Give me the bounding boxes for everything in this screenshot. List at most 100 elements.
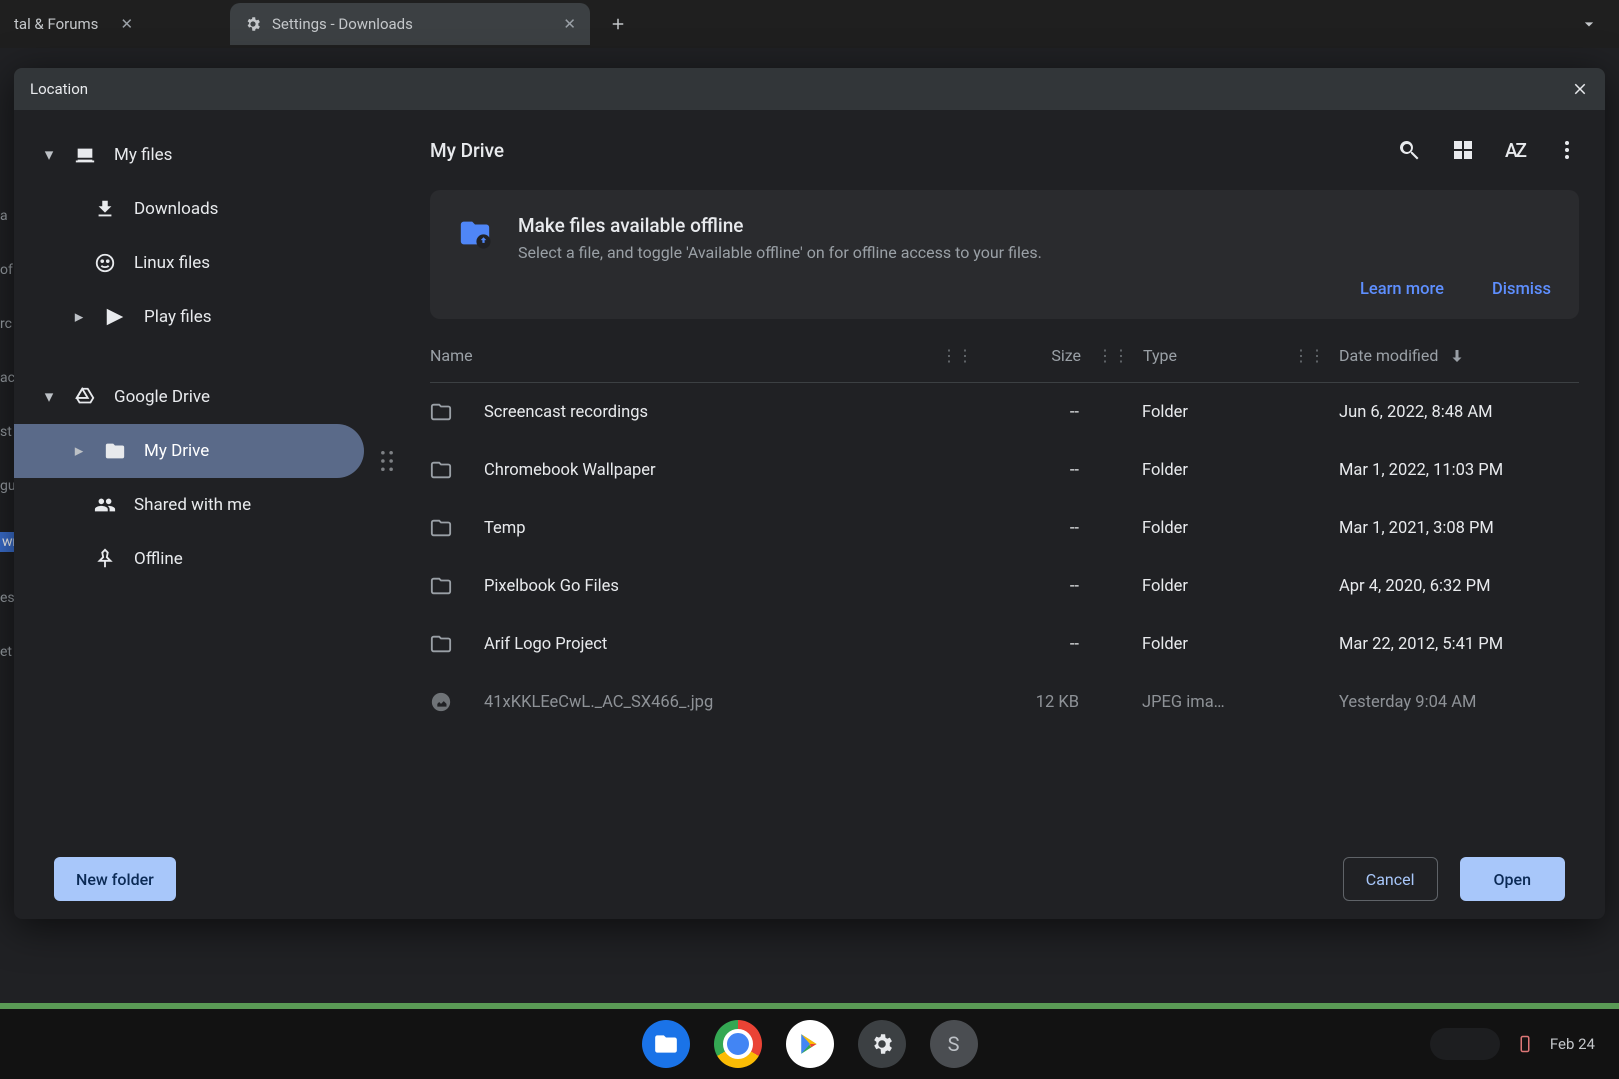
- close-icon[interactable]: ✕: [120, 15, 133, 33]
- linux-icon: [92, 252, 118, 274]
- column-size[interactable]: Size: [1051, 346, 1081, 365]
- table-header: Name ⋮⋮ Size ⋮⋮ Type ⋮⋮ Date modified: [430, 329, 1579, 383]
- sort-descending-icon[interactable]: [1448, 347, 1466, 365]
- file-size: --: [985, 403, 1095, 422]
- chrome-app-icon[interactable]: [714, 1020, 762, 1068]
- gear-icon: [244, 15, 262, 33]
- file-picker-dialog: Location ▾ My files Downloads Linux file…: [14, 68, 1605, 919]
- content-header: My Drive AZ: [430, 110, 1579, 190]
- app-letter: S: [948, 1032, 960, 1056]
- pin-icon: [92, 548, 118, 570]
- column-name[interactable]: Name: [430, 346, 473, 365]
- file-date: Mar 22, 2012, 5:41 PM: [1339, 635, 1579, 654]
- sidebar-item-label: Google Drive: [114, 387, 210, 407]
- close-icon[interactable]: ✕: [563, 15, 576, 33]
- column-resize-handle[interactable]: ⋮⋮: [1293, 346, 1325, 365]
- sidebar-item-google-drive[interactable]: ▾ Google Drive: [14, 370, 404, 424]
- chevron-down-icon: ▾: [42, 145, 56, 165]
- file-type: Folder: [1142, 403, 1292, 422]
- shelf-date: Feb 24: [1550, 1035, 1595, 1053]
- learn-more-link[interactable]: Learn more: [1360, 280, 1444, 299]
- open-button[interactable]: Open: [1460, 857, 1566, 901]
- app-letter-icon[interactable]: S: [930, 1020, 978, 1068]
- drag-handle-icon[interactable]: [380, 450, 394, 472]
- folder-icon: [430, 517, 474, 539]
- laptop-icon: [72, 144, 98, 166]
- file-type: Folder: [1142, 635, 1292, 654]
- column-resize-handle[interactable]: ⋮⋮: [941, 346, 973, 365]
- main-area: My Drive AZ Make files available offline…: [404, 110, 1605, 839]
- sidebar-item-my-drive[interactable]: ▸ My Drive: [14, 424, 364, 478]
- download-icon: [92, 198, 118, 220]
- cancel-button[interactable]: Cancel: [1343, 857, 1438, 901]
- more-menu-icon[interactable]: [1555, 138, 1579, 162]
- banner-title: Make files available offline: [518, 214, 1042, 237]
- column-type[interactable]: Type: [1143, 346, 1177, 365]
- tab-label: Settings - Downloads: [272, 15, 413, 33]
- file-name: 41xKKLEeCwL._AC_SX466_.jpg: [484, 693, 713, 712]
- sidebar-item-linux[interactable]: Linux files: [14, 236, 404, 290]
- tab-dropdown-button[interactable]: [1579, 14, 1599, 34]
- table-row[interactable]: Pixelbook Go Files⋮⋮--⋮⋮Folder⋮⋮Apr 4, 2…: [430, 557, 1579, 615]
- play-icon: [102, 306, 128, 328]
- shelf-status-area[interactable]: Feb 24: [1430, 1028, 1595, 1060]
- play-store-icon[interactable]: [786, 1020, 834, 1068]
- file-size: --: [985, 519, 1095, 538]
- dismiss-link[interactable]: Dismiss: [1492, 280, 1551, 299]
- file-date: Mar 1, 2022, 11:03 PM: [1339, 461, 1579, 480]
- table-row[interactable]: 41xKKLEeCwL._AC_SX466_.jpg⋮⋮12 KB⋮⋮JPEG …: [430, 673, 1579, 731]
- browser-tabstrip: tal & Forums ✕ Settings - Downloads ✕: [0, 0, 1619, 48]
- tab-label: tal & Forums: [14, 15, 98, 33]
- search-icon[interactable]: [1397, 138, 1421, 162]
- dialog-footer: New folder Cancel Open: [14, 839, 1605, 919]
- sidebar-item-label: Offline: [134, 549, 183, 569]
- file-size: --: [985, 635, 1095, 654]
- table-row[interactable]: Chromebook Wallpaper⋮⋮--⋮⋮Folder⋮⋮Mar 1,…: [430, 441, 1579, 499]
- page-title: My Drive: [430, 139, 504, 162]
- file-size: --: [985, 461, 1095, 480]
- table-row[interactable]: Arif Logo Project⋮⋮--⋮⋮Folder⋮⋮Mar 22, 2…: [430, 615, 1579, 673]
- sort-az-button[interactable]: AZ: [1505, 139, 1525, 162]
- file-name: Screencast recordings: [484, 403, 648, 422]
- sidebar-item-label: Play files: [144, 307, 212, 327]
- header-actions: AZ: [1397, 138, 1579, 162]
- sidebar-item-play-files[interactable]: ▸ Play files: [14, 290, 404, 344]
- file-name: Chromebook Wallpaper: [484, 461, 656, 480]
- new-folder-button[interactable]: New folder: [54, 857, 176, 901]
- phone-hub-icon[interactable]: [1516, 1031, 1534, 1057]
- table-row[interactable]: Temp⋮⋮--⋮⋮Folder⋮⋮Mar 1, 2021, 3:08 PM: [430, 499, 1579, 557]
- files-app-icon[interactable]: [642, 1020, 690, 1068]
- sidebar-item-label: Downloads: [134, 199, 218, 219]
- table-row[interactable]: Screencast recordings⋮⋮--⋮⋮Folder⋮⋮Jun 6…: [430, 383, 1579, 441]
- file-type: Folder: [1142, 519, 1292, 538]
- column-resize-handle[interactable]: ⋮⋮: [1097, 346, 1129, 365]
- sidebar-item-shared[interactable]: Shared with me: [14, 478, 404, 532]
- chevron-right-icon: ▸: [72, 307, 86, 327]
- new-tab-button[interactable]: [600, 6, 636, 42]
- browser-tab-inactive[interactable]: tal & Forums ✕: [0, 3, 230, 45]
- sidebar-item-label: Linux files: [134, 253, 210, 273]
- offline-banner: Make files available offline Select a fi…: [430, 190, 1579, 319]
- file-name: Temp: [484, 519, 526, 538]
- sidebar-item-my-files[interactable]: ▾ My files: [14, 128, 404, 182]
- folder-icon: [430, 459, 474, 481]
- file-size: --: [985, 577, 1095, 596]
- browser-tab-active[interactable]: Settings - Downloads ✕: [230, 3, 590, 45]
- file-type: Folder: [1142, 577, 1292, 596]
- grid-view-icon[interactable]: [1451, 138, 1475, 162]
- column-date[interactable]: Date modified: [1339, 346, 1438, 365]
- sidebar-item-downloads[interactable]: Downloads: [14, 182, 404, 236]
- banner-subtitle: Select a file, and toggle 'Available off…: [518, 243, 1042, 262]
- settings-app-icon[interactable]: [858, 1020, 906, 1068]
- file-size: 12 KB: [985, 693, 1095, 712]
- image-icon: [430, 691, 474, 713]
- dialog-title: Location: [30, 80, 88, 98]
- close-icon[interactable]: [1571, 80, 1589, 98]
- sidebar-item-label: My files: [114, 145, 172, 165]
- folder-icon: [430, 633, 474, 655]
- status-pill[interactable]: [1430, 1028, 1500, 1060]
- file-name: Pixelbook Go Files: [484, 577, 619, 596]
- folder-offline-icon: [458, 216, 492, 250]
- sidebar-item-offline[interactable]: Offline: [14, 532, 404, 586]
- file-date: Jun 6, 2022, 8:48 AM: [1339, 403, 1579, 422]
